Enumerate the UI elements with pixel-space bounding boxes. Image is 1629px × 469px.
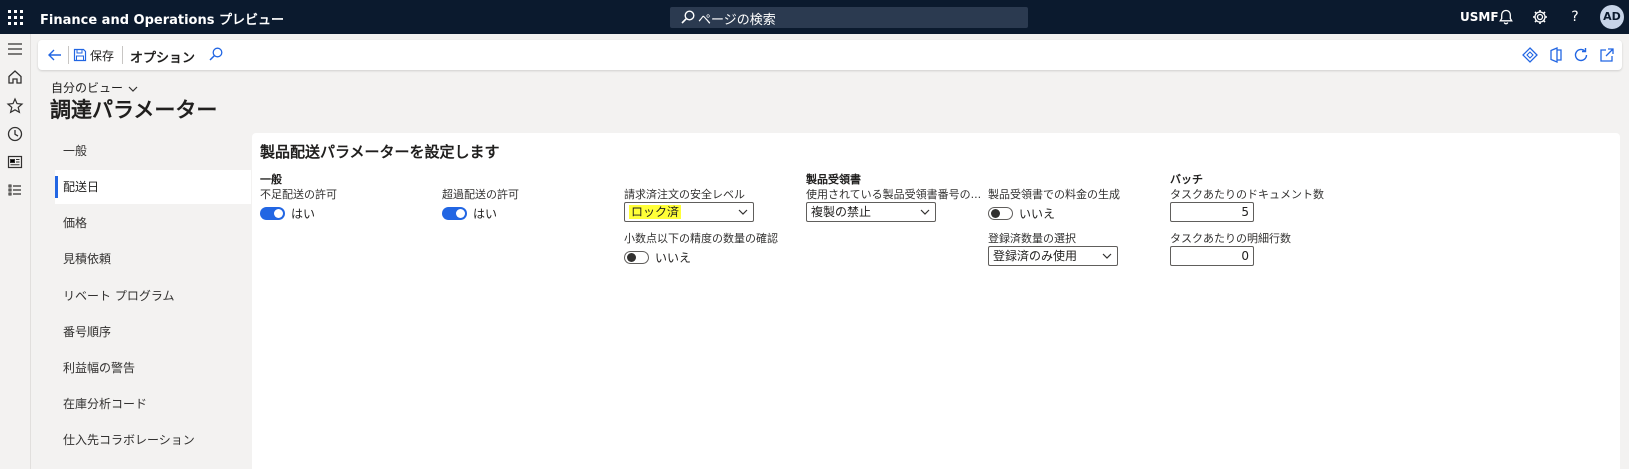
divider	[68, 46, 69, 64]
tab-inventory-dimensions[interactable]: 在庫分析コード	[55, 387, 251, 421]
back-arrow-icon[interactable]	[46, 46, 64, 64]
tab-margin-alerts[interactable]: 利益幅の警告	[55, 351, 251, 385]
modules-list-icon[interactable]	[6, 181, 24, 199]
search-placeholder: ページの検索	[698, 13, 776, 28]
favorites-star-icon[interactable]	[6, 97, 24, 115]
tab-navigation-pane: 一般 配送日 価格 見積依頼 リベート プログラム 番号順序 利益幅の警告 在庫…	[51, 134, 251, 469]
registered-qty-label: 登録済数量の選択	[988, 232, 1076, 245]
decimal-precision-toggle[interactable]	[624, 250, 649, 264]
chevron-down-icon	[128, 86, 138, 92]
options-tab[interactable]: オプション	[130, 47, 195, 66]
receipt-number-label: 使用されている製品受領書番号の...	[806, 188, 982, 201]
over-delivery-value: はい	[473, 206, 498, 221]
save-label: 保存	[90, 48, 115, 63]
docs-per-task-label: タスクあたりのドキュメント数	[1170, 188, 1324, 201]
top-navigation-bar: Finance and Operations プレビュー ページの検索 USMF…	[0, 0, 1629, 34]
app-launcher-icon[interactable]	[6, 8, 24, 26]
group-over-delivery: 超過配送の許可 はい	[442, 171, 618, 224]
tab-rebate-program[interactable]: リベート プログラム	[55, 279, 251, 313]
save-disk-icon	[73, 48, 87, 62]
lines-per-task-label: タスクあたりの明細行数	[1170, 232, 1291, 245]
content-panel: 製品配送パラメーターを設定します 一般 不足配送の許可 はい 超過配送の許可 は…	[252, 133, 1620, 469]
tab-delivery[interactable]: 配送日	[55, 170, 251, 204]
generate-charges-toggle-row: いいえ	[988, 202, 1164, 224]
registered-qty-select[interactable]: 登録済のみ使用	[988, 246, 1118, 266]
chevron-down-icon	[738, 209, 748, 215]
office-icon[interactable]	[1547, 46, 1565, 64]
refresh-icon[interactable]	[1572, 46, 1590, 64]
tab-vendor-collaboration[interactable]: 仕入先コラボレーション	[55, 423, 251, 457]
recent-clock-icon[interactable]	[6, 125, 24, 143]
avatar[interactable]: AD	[1600, 5, 1624, 29]
security-level-label: 請求済注文の安全レベル	[624, 188, 745, 201]
gear-icon[interactable]	[1531, 8, 1549, 26]
power-apps-diamond-icon[interactable]	[1521, 46, 1539, 64]
group-general: 一般 不足配送の許可 はい	[260, 171, 436, 224]
search-icon	[681, 10, 695, 24]
hamburger-menu-icon[interactable]	[6, 40, 24, 58]
divider	[122, 46, 123, 64]
action-pane: 保存 オプション	[38, 40, 1622, 70]
group-title: 一般	[260, 173, 282, 186]
find-icon[interactable]	[208, 46, 224, 62]
receipt-number-select[interactable]: 複製の禁止	[806, 202, 936, 222]
security-level-value: ロック済	[629, 205, 682, 219]
tab-general[interactable]: 一般	[55, 134, 251, 168]
over-delivery-label: 超過配送の許可	[442, 188, 519, 201]
app-title[interactable]: Finance and Operations プレビュー	[40, 9, 284, 28]
lines-per-task-input[interactable]: 0	[1170, 246, 1254, 266]
generate-charges-label: 製品受領書での料金の生成	[988, 188, 1120, 201]
group-product-receipt: 製品受領書 使用されている製品受領書番号の... 複製の禁止	[806, 171, 982, 222]
workspaces-icon[interactable]	[6, 153, 24, 171]
bell-icon[interactable]	[1497, 8, 1515, 26]
tab-request-for-quotation[interactable]: 見積依頼	[55, 242, 251, 276]
over-delivery-toggle-row: はい	[442, 202, 618, 224]
help-icon[interactable]: ?	[1566, 8, 1584, 26]
generate-charges-toggle[interactable]	[988, 206, 1013, 220]
under-delivery-toggle-row: はい	[260, 202, 436, 224]
over-delivery-toggle[interactable]	[442, 206, 467, 220]
group-batch: バッチ タスクあたりのドキュメント数 5 タスクあたりの明細行数 0	[1170, 171, 1346, 266]
security-level-select[interactable]: ロック済	[624, 202, 754, 222]
home-icon[interactable]	[6, 68, 24, 86]
company-selector[interactable]: USMF	[1460, 10, 1499, 24]
page-search-input[interactable]: ページの検索	[670, 7, 1028, 28]
under-delivery-label: 不足配送の許可	[260, 188, 337, 201]
generate-charges-value: いいえ	[1019, 206, 1056, 221]
page-title: 調達パラメーター	[50, 98, 218, 122]
receipt-number-value: 複製の禁止	[811, 205, 872, 219]
decimal-precision-label: 小数点以下の精度の数量の確認	[624, 232, 778, 245]
chevron-down-icon	[1102, 253, 1112, 259]
section-title: 製品配送パラメーターを設定します	[260, 143, 500, 161]
left-navigation-rail	[0, 34, 31, 469]
view-label: 自分のビュー	[51, 81, 124, 95]
save-button[interactable]: 保存	[73, 45, 114, 65]
group-invoice: 請求済注文の安全レベル ロック済 小数点以下の精度の数量の確認 いいえ	[624, 171, 800, 268]
decimal-precision-value: いいえ	[655, 250, 692, 265]
docs-per-task-input[interactable]: 5	[1170, 202, 1254, 222]
under-delivery-toggle[interactable]	[260, 206, 285, 220]
group-charges: 製品受領書での料金の生成 いいえ 登録済数量の選択 登録済のみ使用	[988, 171, 1164, 266]
decimal-precision-toggle-row: いいえ	[624, 246, 800, 268]
tab-number-sequences[interactable]: 番号順序	[55, 315, 251, 349]
registered-qty-value: 登録済のみ使用	[993, 249, 1078, 263]
under-delivery-value: はい	[291, 206, 316, 221]
group-title: バッチ	[1170, 173, 1203, 186]
chevron-down-icon	[920, 209, 930, 215]
open-new-window-icon[interactable]	[1598, 46, 1616, 64]
group-title: 製品受領書	[806, 173, 861, 186]
tab-prices[interactable]: 価格	[55, 206, 251, 240]
